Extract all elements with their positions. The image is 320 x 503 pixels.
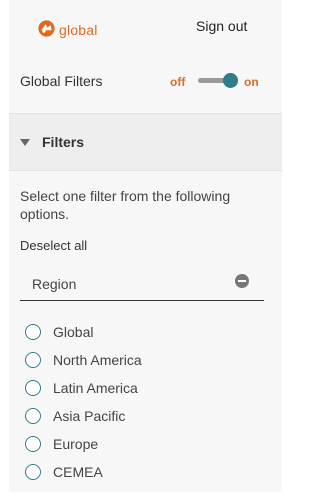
region-label: Region (32, 276, 77, 292)
logo: global (38, 20, 98, 38)
panel-edge (282, 0, 289, 492)
region-option-europe[interactable]: Europe (25, 430, 142, 458)
deselect-all-link[interactable]: Deselect all (20, 238, 87, 253)
region-options-list: Global North America Latin America Asia … (25, 318, 142, 486)
region-option-north-america[interactable]: North America (25, 346, 142, 374)
option-label: Asia Pacific (53, 408, 126, 424)
global-filters-toggle[interactable] (196, 73, 240, 89)
radio-button[interactable] (25, 380, 41, 396)
divider (9, 170, 282, 171)
radio-button[interactable] (25, 408, 41, 424)
option-label: Europe (53, 436, 99, 452)
option-label: CEMEA (53, 464, 103, 480)
toggle-off-label: off (170, 75, 186, 89)
radio-button[interactable] (25, 436, 41, 452)
logo-text: global (59, 21, 98, 38)
global-filters-row: Global Filters off on (9, 63, 282, 99)
option-label: North America (53, 352, 142, 368)
global-filters-label: Global Filters (20, 73, 103, 89)
option-label: Latin America (53, 380, 138, 396)
region-option-latin-america[interactable]: Latin America (25, 374, 142, 402)
option-label: Global (53, 324, 94, 340)
filter-instructions: Select one filter from the following opt… (20, 188, 231, 222)
region-filter-field[interactable]: Region (20, 266, 264, 301)
region-option-global[interactable]: Global (25, 318, 142, 346)
region-option-asia-pacific[interactable]: Asia Pacific (25, 402, 142, 430)
caret-down-icon (20, 139, 30, 146)
filter-panel: global Sign out Global Filters off on Fi… (9, 0, 282, 492)
filters-title: Filters (42, 134, 85, 150)
radio-button[interactable] (25, 352, 41, 368)
toggle-knob[interactable] (223, 73, 238, 88)
radio-button[interactable] (25, 324, 41, 340)
minus-circle-icon[interactable] (235, 274, 249, 288)
region-option-cemea[interactable]: CEMEA (25, 458, 142, 486)
filters-section-header[interactable]: Filters (9, 114, 282, 170)
top-bar: global Sign out (9, 0, 282, 55)
radio-button[interactable] (25, 464, 41, 480)
sign-out-link[interactable]: Sign out (196, 18, 247, 34)
toggle-on-label: on (244, 75, 259, 89)
logo-icon (38, 20, 55, 37)
